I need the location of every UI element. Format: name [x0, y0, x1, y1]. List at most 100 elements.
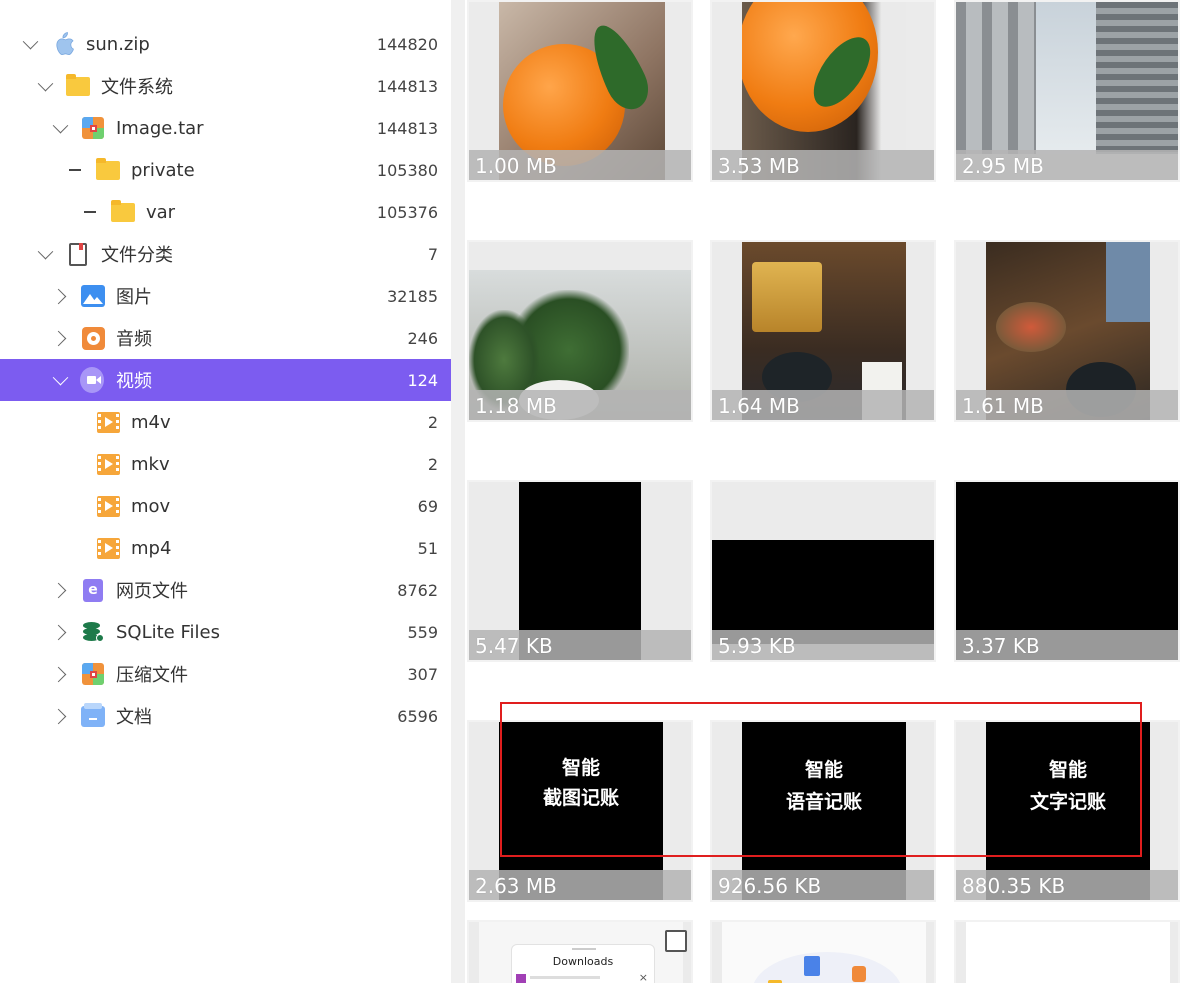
collapse-dash-icon[interactable]	[65, 160, 85, 180]
file-size: 5.47 KB	[475, 634, 553, 658]
thumbnail-tile[interactable]: 1.00 MB	[467, 0, 693, 182]
thumbnail-image: Downloads ×	[479, 922, 683, 983]
thumbnail-tile[interactable]: 智能 文字记账 880.35 KB	[954, 720, 1180, 902]
file-size: 3.37 KB	[962, 634, 1040, 658]
chevron-down-icon[interactable]	[20, 33, 40, 54]
thumbnail-tile[interactable]: 1.18 MB	[467, 240, 693, 422]
tree-item-label: 视频	[116, 371, 152, 392]
chevron-right-icon[interactable]	[48, 286, 68, 306]
tree-item-label: 音频	[116, 329, 152, 350]
chevron-right-icon[interactable]	[48, 664, 68, 684]
tree-item-web[interactable]: e 网页文件 8762	[0, 569, 451, 611]
chevron-right-icon[interactable]	[48, 622, 68, 642]
item-count: 144820	[376, 34, 438, 54]
tree-item-categories[interactable]: 文件分类 7	[0, 233, 451, 275]
tree-item-video[interactable]: 视频 124	[0, 359, 451, 401]
tree-item-archives[interactable]: 压缩文件 307	[0, 653, 451, 695]
tree-item-documents[interactable]: 文档 6596	[0, 695, 451, 737]
item-count: 246	[407, 328, 438, 348]
thumbnail-tile[interactable]: 智能 语音记账 926.56 KB	[710, 720, 936, 902]
chevron-down-icon[interactable]	[50, 117, 70, 138]
thumbnail-tile[interactable]: Downloads ×	[467, 920, 693, 983]
file-size: 1.18 MB	[475, 394, 557, 418]
tree-item-label: SQLite Files	[116, 621, 220, 643]
thumbnail-tile[interactable]: 1.61 MB	[954, 240, 1180, 422]
tree-item-sun-zip[interactable]: sun.zip 144820	[0, 23, 451, 65]
tree-item-label: 文件系统	[101, 77, 173, 98]
tree-item-label: 压缩文件	[116, 665, 188, 686]
thumbnail-tile[interactable]: 3.53 MB	[710, 0, 936, 182]
panel-splitter[interactable]	[451, 0, 465, 983]
tree-item-label: 文档	[116, 707, 152, 728]
promo-line-1: 智能	[561, 757, 600, 779]
tree-item-image-tar[interactable]: Image.tar 144813	[0, 107, 451, 149]
film-icon	[96, 494, 120, 518]
chevron-right-icon[interactable]	[48, 328, 68, 348]
thumbnail-tile[interactable]: 智能 截图记账 2.63 MB	[467, 720, 693, 902]
item-count: 69	[417, 496, 438, 516]
file-size: 3.53 MB	[718, 154, 800, 178]
database-icon	[81, 620, 105, 644]
thumbnail-tile[interactable]	[710, 920, 936, 983]
thumbnail-tile[interactable]: 2.95 MB	[954, 0, 1180, 182]
archive-icon	[81, 116, 105, 140]
thumbnail-tile[interactable]: 3.37 KB	[954, 480, 1180, 662]
thumbnail-tile[interactable]: 5.93 KB	[710, 480, 936, 662]
tree-item-label: m4v	[131, 411, 171, 433]
tree-item-sqlite[interactable]: SQLite Files 559	[0, 611, 451, 653]
item-count: 144813	[376, 76, 438, 96]
promo-line-2: 截图记账	[542, 787, 619, 809]
item-count: 32185	[387, 286, 438, 306]
thumbnail-image	[956, 2, 1178, 154]
tree-item-label: mkv	[131, 453, 170, 475]
collapse-dash-icon[interactable]	[80, 202, 100, 222]
chevron-down-icon[interactable]	[35, 75, 55, 96]
item-count: 2	[427, 412, 438, 432]
web-file-icon: e	[81, 578, 105, 602]
tree-item-mkv[interactable]: mkv 2	[0, 443, 451, 485]
item-count: 6596	[397, 706, 438, 726]
tree-item-audio[interactable]: 音频 246	[0, 317, 451, 359]
file-size: 1.64 MB	[718, 394, 800, 418]
thumbnail-grid: 1.00 MB 3.53 MB 2.95 MB 1.18 MB 1.64 MB …	[465, 0, 1180, 983]
item-count: 559	[407, 622, 438, 642]
chevron-right-icon[interactable]	[48, 706, 68, 726]
file-size: 2.95 MB	[962, 154, 1044, 178]
item-count: 144813	[376, 118, 438, 138]
chevron-right-icon[interactable]	[48, 580, 68, 600]
tree-item-var[interactable]: var 105376	[0, 191, 451, 233]
select-checkbox[interactable]	[665, 930, 687, 952]
file-size: 1.00 MB	[475, 154, 557, 178]
file-size: 1.61 MB	[962, 394, 1044, 418]
tree-item-private[interactable]: private 105380	[0, 149, 451, 191]
tree-item-label: mp4	[131, 537, 172, 559]
documents-icon	[81, 702, 105, 728]
item-count: 51	[417, 538, 438, 558]
tree-item-mp4[interactable]: mp4 51	[0, 527, 451, 569]
folder-icon	[66, 73, 90, 98]
item-count: 124	[407, 370, 438, 390]
tree-item-m4v[interactable]: m4v 2	[0, 401, 451, 443]
chevron-down-icon[interactable]	[35, 243, 55, 264]
folder-icon	[96, 157, 120, 182]
tree-item-label: private	[131, 159, 195, 181]
item-count: 307	[407, 664, 438, 684]
chevron-down-icon[interactable]	[50, 369, 70, 390]
item-count: 2	[427, 454, 438, 474]
thumbnail-tile[interactable]	[954, 920, 1180, 983]
file-tree: sun.zip 144820 文件系统 144813 Image.tar 144…	[0, 0, 451, 983]
tree-item-label: Image.tar	[116, 117, 204, 139]
tree-item-pictures[interactable]: 图片 32185	[0, 275, 451, 317]
thumbnail-tile[interactable]: 5.47 KB	[467, 480, 693, 662]
tree-item-filesystem[interactable]: 文件系统 144813	[0, 65, 451, 107]
thumbnail-tile[interactable]: 1.64 MB	[710, 240, 936, 422]
archive-icon	[81, 662, 105, 686]
promo-line-1: 智能	[804, 759, 843, 781]
document-icon	[66, 242, 90, 266]
tree-item-label: mov	[131, 495, 171, 517]
file-size: 5.93 KB	[718, 634, 796, 658]
tree-item-label: 网页文件	[116, 581, 188, 602]
video-icon	[80, 367, 104, 393]
tree-item-mov[interactable]: mov 69	[0, 485, 451, 527]
audio-icon	[81, 326, 105, 350]
